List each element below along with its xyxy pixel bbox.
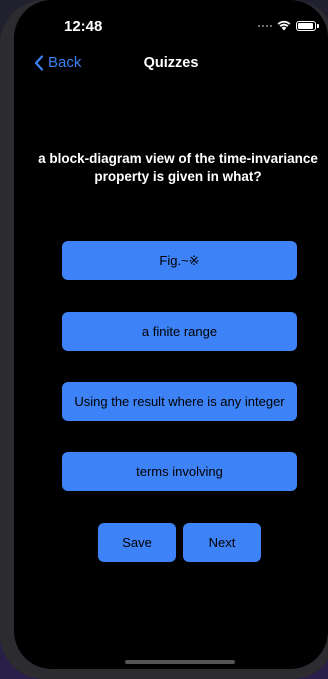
- answer-option-1[interactable]: Fig.~※: [62, 241, 297, 280]
- question-text: a block-diagram view of the time-invaria…: [38, 151, 318, 184]
- answer-option-3[interactable]: Using the result where is any integer: [62, 382, 297, 421]
- answer-option-2[interactable]: a finite range: [62, 312, 297, 351]
- app-screen: 12:48 Back Quizzes a block-diagram view …: [14, 0, 328, 669]
- home-indicator[interactable]: [125, 660, 235, 664]
- status-icons: [258, 20, 319, 31]
- next-button[interactable]: Next: [183, 523, 261, 562]
- wifi-icon: [277, 20, 291, 31]
- page-title: Quizzes: [143, 55, 199, 71]
- save-button[interactable]: Save: [98, 523, 176, 562]
- battery-icon: [296, 20, 319, 31]
- signal-icon: [258, 24, 272, 27]
- status-bar: 12:48: [14, 0, 328, 52]
- status-time: 12:48: [64, 18, 103, 35]
- answer-option-4[interactable]: terms involving: [62, 452, 297, 491]
- navigation-bar: Back Quizzes: [14, 50, 328, 78]
